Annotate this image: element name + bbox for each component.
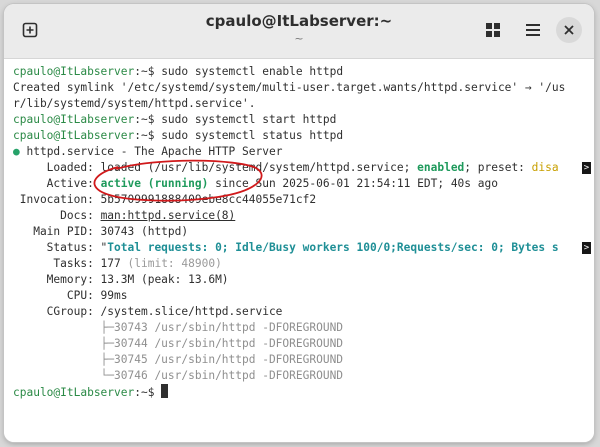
docs-line: Docs: man:httpd.service(8) <box>13 208 594 224</box>
docs-label: Docs: <box>13 209 101 222</box>
tasks-line: Tasks: 177 (limit: 48900) <box>13 256 594 272</box>
terminal-line: cpaulo@ItLabserver:~$ sudo systemctl sta… <box>13 128 594 144</box>
terminal-line: r/lib/systemd/system/httpd.service'. <box>13 97 256 110</box>
process-entry: ├─30744 /usr/sbin/httpd -DFOREGROUND <box>100 337 344 350</box>
hamburger-menu-icon <box>526 24 540 36</box>
active-label: Active: <box>13 177 101 190</box>
preset-value: disa <box>531 161 559 174</box>
text-cursor <box>161 384 169 398</box>
active-state: active (running) <box>100 177 209 190</box>
command-text: :~$ sudo systemctl enable httpd <box>134 65 344 78</box>
service-title: httpd.service - The Apache HTTP Server <box>19 145 283 158</box>
invocation-line: Invocation: 5b5709991888409ebe8cc44055e7… <box>13 193 317 206</box>
line-truncation-marker: > <box>582 242 591 254</box>
active-since: since Sun 2025-06-01 21:54:11 EDT; 40s a… <box>208 177 498 190</box>
service-header-line: ● httpd.service - The Apache HTTP Server <box>13 144 594 160</box>
process-tree-item: ├─30743 /usr/sbin/httpd -DFOREGROUND <box>13 320 594 336</box>
docs-link[interactable]: man:httpd.service(8) <box>101 209 236 222</box>
process-tree-item: ├─30744 /usr/sbin/httpd -DFOREGROUND <box>13 336 594 352</box>
shell-prompt: cpaulo@ItLabserver <box>13 113 135 126</box>
terminal-line: Created symlink '/etc/systemd/system/mul… <box>13 81 566 94</box>
terminal-window: cpaulo@ItLabserver:~ ~ cpaulo@ItLabserve… <box>4 4 594 442</box>
process-tree-item: ├─30745 /usr/sbin/httpd -DFOREGROUND <box>13 352 594 368</box>
loaded-line: Loaded: loaded (/usr/lib/systemd/system/… <box>13 160 594 176</box>
terminal-output[interactable]: cpaulo@ItLabserver:~$ sudo systemctl ena… <box>4 59 594 442</box>
main-pid-line: Main PID: 30743 (httpd) <box>13 225 189 238</box>
shell-prompt: cpaulo@ItLabserver <box>13 129 135 142</box>
status-label: Status: " <box>13 241 108 254</box>
line-truncation-marker: > <box>582 162 591 174</box>
command-text: :~$ sudo systemctl status httpd <box>134 129 344 142</box>
terminal-line: cpaulo@ItLabserver:~$ sudo systemctl sta… <box>13 112 594 128</box>
shell-prompt: cpaulo@ItLabserver <box>13 65 135 78</box>
tab-overview-button[interactable] <box>476 13 510 47</box>
preset-label: ; preset: <box>464 161 532 174</box>
tasks-text: Tasks: 177 <box>13 257 128 270</box>
status-line: Status: "Total requests: 0; Idle/Busy wo… <box>13 240 594 256</box>
grid-icon <box>486 23 500 37</box>
cpu-line: CPU: 99ms <box>13 289 128 302</box>
tasks-limit: (limit: 48900) <box>127 257 222 270</box>
main-menu-button[interactable] <box>516 13 550 47</box>
command-text: :~$ sudo systemctl start httpd <box>134 113 337 126</box>
close-button[interactable] <box>556 17 582 43</box>
close-icon <box>564 25 574 35</box>
service-status-dot: ● <box>13 145 20 158</box>
process-entry: ├─30743 /usr/sbin/httpd -DFOREGROUND <box>100 321 344 334</box>
memory-line: Memory: 13.3M (peak: 13.6M) <box>13 273 229 286</box>
title-bar[interactable]: cpaulo@ItLabserver:~ ~ <box>4 4 594 59</box>
status-text: Total requests: 0; Idle/Busy workers 100… <box>107 241 559 254</box>
process-tree-item: └─30746 /usr/sbin/httpd -DFOREGROUND <box>13 368 594 384</box>
terminal-line: cpaulo@ItLabserver:~$ sudo systemctl ena… <box>13 64 594 80</box>
process-entry: ├─30745 /usr/sbin/httpd -DFOREGROUND <box>100 353 344 366</box>
shell-prompt: cpaulo@ItLabserver <box>13 386 135 399</box>
active-line: Active: active (running) since Sun 2025-… <box>13 176 594 192</box>
loaded-text: Loaded: loaded (/usr/lib/systemd/system/… <box>13 161 418 174</box>
command-text: :~$ <box>134 386 162 399</box>
enabled-badge: enabled <box>417 161 465 174</box>
cgroup-line: CGroup: /system.slice/httpd.service <box>13 305 283 318</box>
process-entry: └─30746 /usr/sbin/httpd -DFOREGROUND <box>100 369 344 382</box>
terminal-line: cpaulo@ItLabserver:~$ <box>13 384 594 400</box>
